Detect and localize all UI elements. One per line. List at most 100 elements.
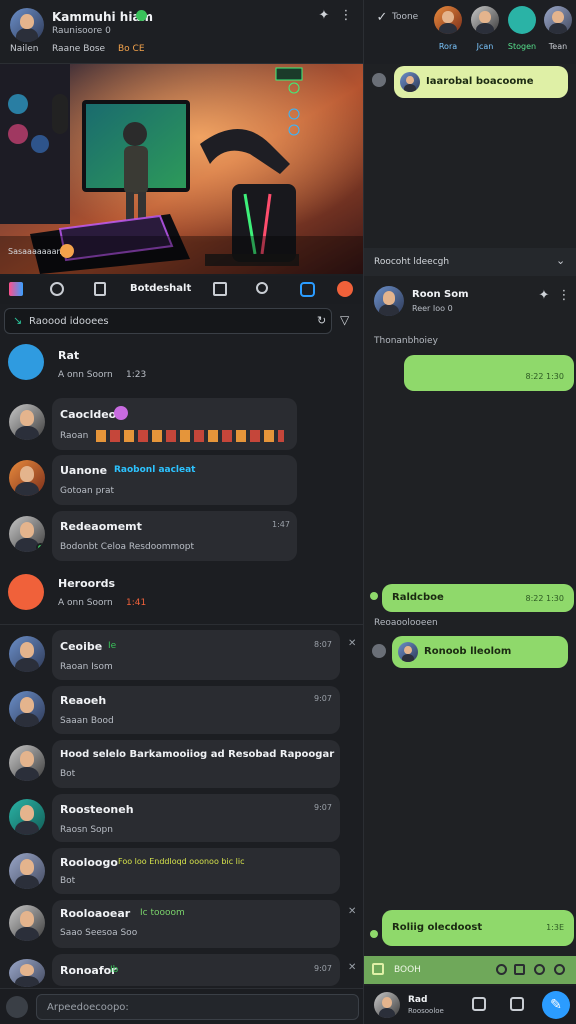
search-box[interactable]: ↘ Raoood idooees ↻ [4, 308, 332, 334]
story-avatar[interactable] [471, 6, 499, 34]
back-icon[interactable]: ✓ [372, 8, 392, 28]
tab-fire-icon[interactable] [337, 281, 353, 297]
right-input-bar[interactable]: BOOH [364, 956, 576, 984]
tab-title[interactable]: Botdeshalt [130, 283, 191, 294]
story-avatar[interactable] [434, 6, 462, 34]
gif-icon[interactable] [514, 964, 525, 975]
search-input[interactable]: Raoood idooees [29, 316, 109, 327]
message-bubble[interactable]: Ronoob lleolom [392, 636, 568, 668]
profile-subline: Raane Bose [52, 44, 106, 54]
chat-preview: Gotoan prat [60, 486, 115, 496]
chat-name: Rat [58, 349, 80, 362]
avatar [398, 642, 418, 662]
message-bubble[interactable]: 8:22 1:30 [404, 355, 574, 391]
mic-icon[interactable] [554, 964, 565, 975]
chat-preview: Raoan [60, 431, 89, 441]
profile-subline-badge: Bo CE [118, 44, 145, 54]
sticker-icon[interactable] [372, 963, 384, 975]
avatar [9, 959, 45, 987]
tab-search-icon[interactable] [256, 282, 268, 294]
avatar [9, 636, 45, 672]
right-search-label[interactable]: Toone [392, 12, 418, 22]
message-text: Roliig olecdoost [392, 922, 483, 933]
contact-name: Roon Som [412, 289, 469, 300]
chat-name: Heroords [58, 577, 116, 590]
right-top-bar: ✓ Toone Rora Jcan Stogen Tean [364, 0, 576, 64]
tab-pages-icon[interactable] [9, 282, 23, 296]
list-item[interactable] [52, 511, 297, 561]
chat-time: 9:07 [314, 964, 332, 973]
avatar [9, 460, 45, 496]
call-icon[interactable]: ✦ [534, 286, 554, 306]
chat-name: Uanone [60, 464, 108, 477]
message-bubble[interactable]: Roliig olecdoost 1:3E [382, 910, 574, 946]
chat-preview: Bodonbt Celoa Resdoommopt [60, 542, 194, 552]
compose-icon[interactable]: ✎ [542, 991, 570, 1019]
chat-list-panel: Kammuhi hiam Raunisoore 0 Raane Bose Bo … [0, 0, 363, 1024]
list-item[interactable] [52, 630, 340, 680]
list-item[interactable]: Heroords A onn Soorn 1:41 [0, 568, 363, 620]
chat-preview: Bot [60, 876, 76, 886]
more-icon[interactable]: ⋮ [554, 286, 574, 306]
avatar [9, 404, 45, 440]
list-item[interactable] [52, 848, 340, 894]
emoji-icon[interactable] [496, 964, 507, 975]
chat-preview: A onn Soorn [58, 370, 113, 380]
more-icon[interactable]: ⋮ [336, 6, 356, 26]
list-item[interactable] [52, 398, 297, 450]
list-item[interactable] [52, 740, 340, 788]
right-bottom-bar: Rad Roosooloe ✎ [364, 986, 576, 1024]
right-input-placeholder: BOOH [394, 965, 421, 975]
profile-avatar[interactable] [10, 8, 44, 42]
attach-icon[interactable] [6, 996, 28, 1018]
tab-doc-icon[interactable] [213, 282, 227, 296]
section-label: Reoaoolooeen [374, 618, 438, 628]
chat-name-accent: Ie [108, 641, 117, 651]
tab-clock-icon[interactable] [50, 282, 64, 296]
list-item[interactable]: Rat A onn Soorn 1:23 [0, 340, 363, 390]
sparkle-icon [114, 406, 128, 420]
avatar[interactable] [374, 992, 400, 1018]
like-icon[interactable] [472, 997, 486, 1011]
story-label: Rora [438, 42, 458, 51]
list-item[interactable] [52, 455, 297, 505]
chat-preview: Saao Seesoa Soo [60, 928, 138, 938]
chevron-down-icon[interactable]: ⌄ [556, 254, 565, 267]
story-label: Stogen [507, 42, 537, 51]
chat-name: Rooloogo [60, 856, 118, 869]
refresh-icon[interactable]: ↻ [317, 314, 326, 327]
chat-time: 9:07 [314, 694, 332, 703]
message-bubble[interactable]: Iaarobal boacoome [394, 66, 568, 98]
close-icon[interactable]: ✕ [348, 906, 356, 917]
story-tree-icon[interactable] [508, 6, 536, 34]
avatar [9, 691, 45, 727]
close-icon[interactable]: ✕ [348, 962, 356, 973]
message-bubble[interactable]: Raldcboe 8:22 1:30 [382, 584, 574, 612]
hero-badge-icon [60, 244, 74, 258]
camera-icon[interactable] [534, 964, 545, 975]
avatar [9, 745, 45, 781]
filter-icon[interactable]: ▽ [340, 313, 349, 327]
story-avatar[interactable] [544, 6, 572, 34]
profile-label: Nailen [10, 44, 39, 54]
chat-preview: Raosn Sopn [60, 825, 113, 835]
tab-file-icon[interactable] [94, 282, 106, 296]
section-title: Roocoht ldeecgh [374, 257, 450, 267]
profile-status: Raunisoore 0 [52, 26, 111, 36]
message-input[interactable]: Arpeedoecoopo: [36, 994, 359, 1020]
tab-camera-icon[interactable] [300, 282, 315, 297]
call-icon[interactable]: ✦ [314, 6, 334, 26]
reply-avatar-icon [372, 73, 386, 87]
chat-name: Reaoeh [60, 694, 107, 707]
hero-image: Sasaaaaaaama [0, 64, 363, 274]
chat-time: 1:41 [126, 598, 147, 608]
share-icon[interactable] [510, 997, 524, 1011]
avatar [9, 516, 45, 552]
close-icon[interactable]: ✕ [348, 638, 356, 649]
chat-name-accent: Ib [110, 965, 119, 975]
contact-avatar[interactable] [374, 286, 404, 316]
chat-preview: Bot [60, 769, 76, 779]
avatar [400, 72, 420, 92]
message-placeholder: Arpeedoecoopo: [47, 1002, 129, 1013]
contact-status: Reer Ioo 0 [412, 304, 453, 313]
